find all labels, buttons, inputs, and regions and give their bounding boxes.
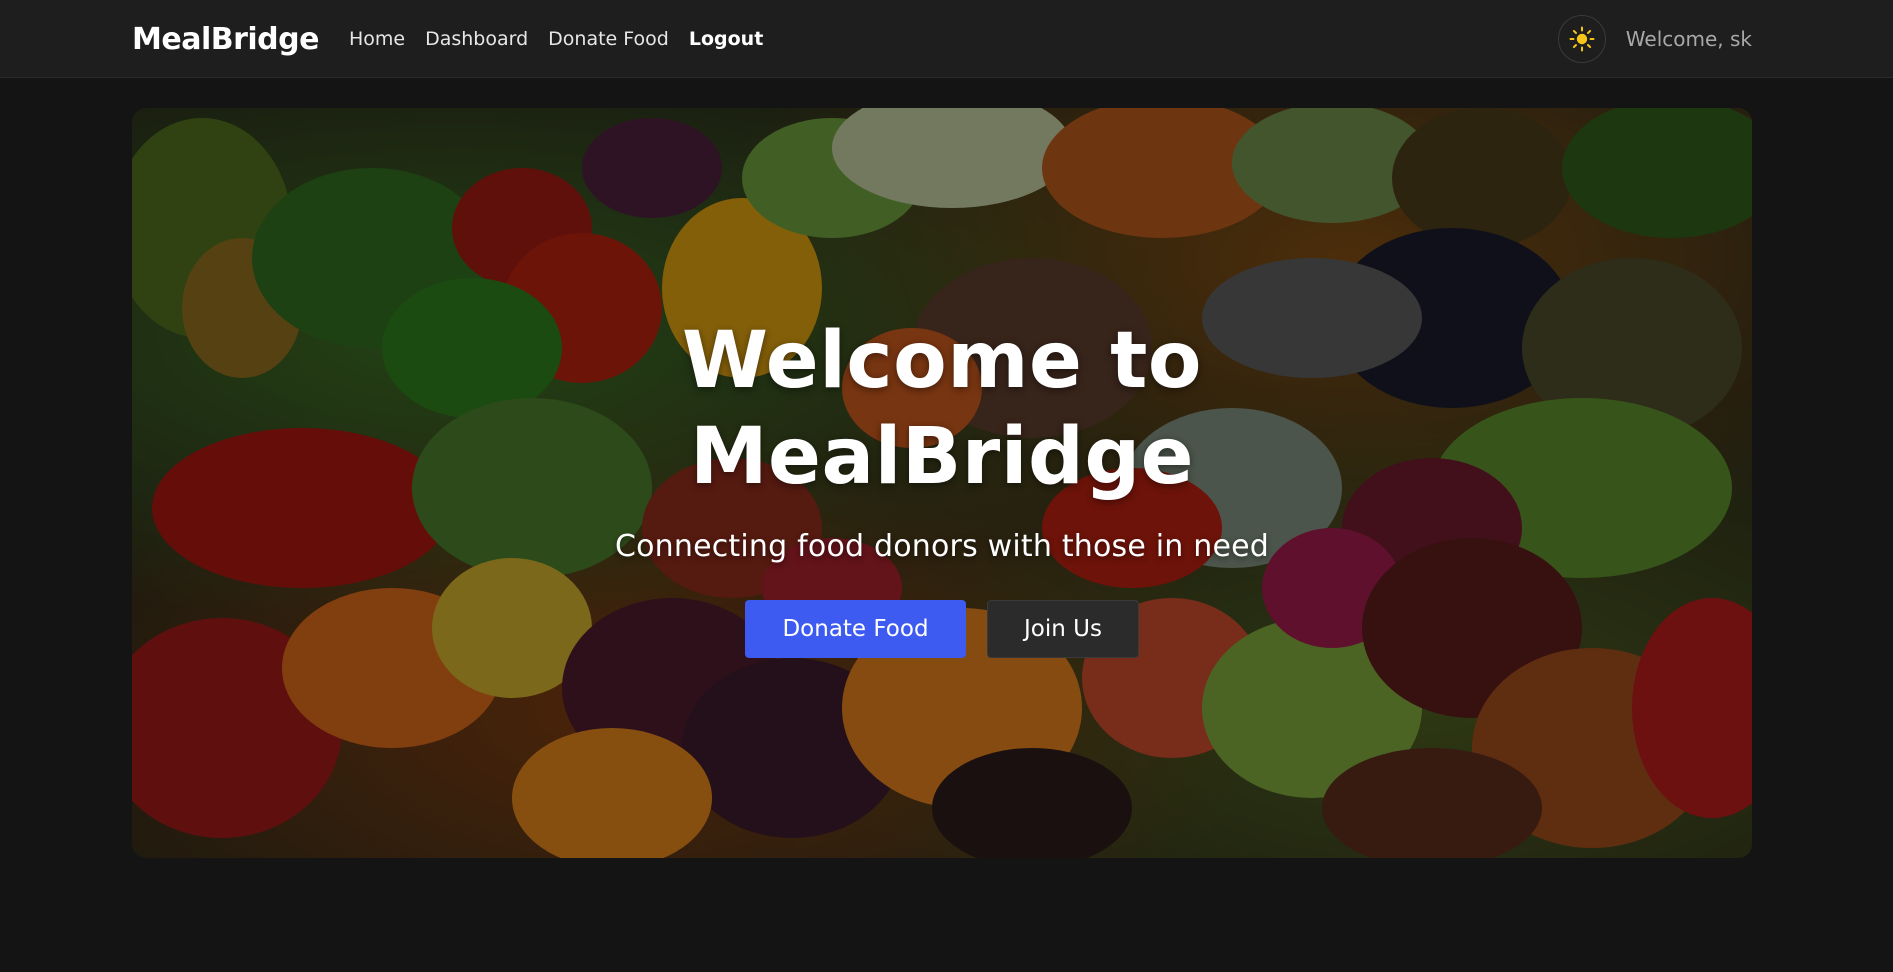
hero-title: Welcome to MealBridge	[682, 316, 1202, 502]
hero-content: Welcome to MealBridge Connecting food do…	[132, 108, 1752, 858]
hero-buttons: Donate Food Join Us	[745, 600, 1139, 658]
top-navbar: MealBridge Home Dashboard Donate Food Lo…	[0, 0, 1893, 78]
nav-link-donate-food[interactable]: Donate Food	[548, 28, 669, 50]
donate-food-button[interactable]: Donate Food	[745, 600, 966, 658]
logout-link[interactable]: Logout	[689, 28, 763, 50]
join-us-button[interactable]: Join Us	[987, 600, 1139, 658]
nav-links: Home Dashboard Donate Food Logout	[349, 28, 783, 50]
theme-toggle-button[interactable]	[1557, 14, 1606, 63]
navbar-container: MealBridge Home Dashboard Donate Food Lo…	[132, 0, 1752, 77]
nav-link-dashboard[interactable]: Dashboard	[425, 28, 528, 50]
nav-link-home[interactable]: Home	[349, 28, 405, 50]
brand-logo[interactable]: MealBridge	[132, 22, 319, 57]
nav-right: Welcome, sk	[1557, 14, 1752, 63]
welcome-user-text: Welcome, sk	[1625, 26, 1752, 51]
hero-subtitle: Connecting food donors with those in nee…	[614, 529, 1270, 564]
sun-icon	[1569, 26, 1595, 51]
hero-banner: Welcome to MealBridge Connecting food do…	[132, 108, 1752, 858]
